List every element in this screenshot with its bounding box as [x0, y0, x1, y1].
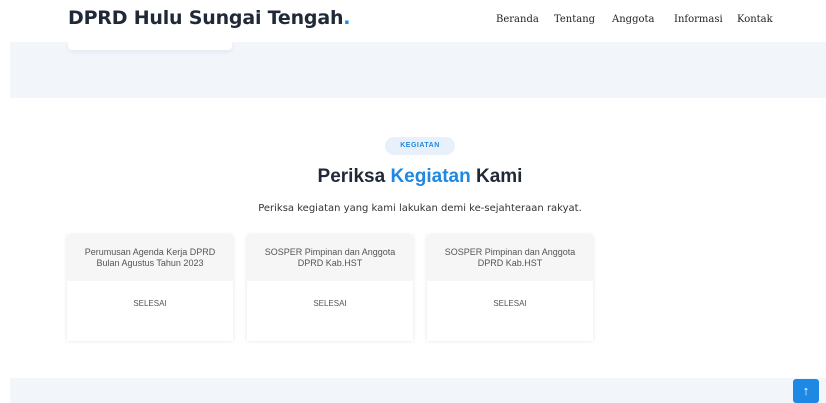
site-logo[interactable]: DPRD Hulu Sungai Tengah. [68, 7, 351, 29]
activity-card-status: SELESAI [493, 299, 527, 308]
activity-card-title: Perumusan Agenda Kerja DPRD Bulan Agustu… [67, 235, 233, 281]
activity-card-title: SOSPER Pimpinan dan Anggota DPRD Kab.HST [427, 235, 593, 281]
bottom-section-band [10, 378, 826, 403]
section-badge: KEGIATAN [385, 137, 455, 155]
back-to-top-button[interactable]: ↑ [793, 379, 819, 403]
activity-card[interactable]: SOSPER Pimpinan dan Anggota DPRD Kab.HST… [427, 235, 593, 341]
nav-beranda[interactable]: Beranda [496, 14, 539, 25]
activity-card[interactable]: SOSPER Pimpinan dan Anggota DPRD Kab.HST… [247, 235, 413, 341]
top-section-band [10, 42, 826, 98]
section-title: Periksa Kegiatan Kami [0, 166, 826, 188]
nav-anggota[interactable]: Anggota [612, 14, 654, 25]
nav-tentang[interactable]: Tentang [554, 14, 595, 25]
activity-card-status: SELESAI [313, 299, 347, 308]
nav-kontak[interactable]: Kontak [737, 14, 773, 25]
title-accent: Kegiatan [390, 166, 471, 187]
nav-informasi[interactable]: Informasi [674, 14, 723, 25]
section-subtitle: Periksa kegiatan yang kami lakukan demi … [258, 203, 582, 214]
logo-dot: . [343, 7, 351, 29]
previous-card-edge [68, 42, 232, 50]
arrow-up-icon: ↑ [802, 383, 810, 398]
title-part-end: Kami [470, 166, 523, 187]
activity-card-status: SELESAI [133, 299, 167, 308]
logo-text: DPRD Hulu Sungai Tengah [68, 7, 344, 29]
activity-card[interactable]: Perumusan Agenda Kerja DPRD Bulan Agustu… [67, 235, 233, 341]
site-header: DPRD Hulu Sungai Tengah. Beranda Tentang… [0, 0, 826, 42]
title-part: Periksa [317, 166, 391, 187]
activity-card-title: SOSPER Pimpinan dan Anggota DPRD Kab.HST [247, 235, 413, 281]
